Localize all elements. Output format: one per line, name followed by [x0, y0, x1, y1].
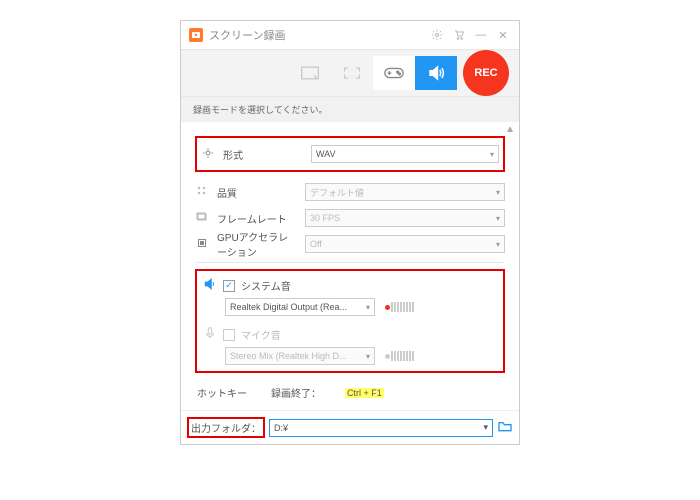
- framerate-icon: [195, 211, 209, 226]
- mic-audio-block: マイク音 Stereo Mix (Realtek High D... ▾: [203, 326, 497, 365]
- gpu-icon: [195, 237, 209, 252]
- quality-value: デフォルト値: [310, 186, 364, 199]
- cart-icon[interactable]: [451, 27, 467, 43]
- format-select[interactable]: WAV ▾: [311, 145, 499, 163]
- chevron-down-icon: ▾: [496, 240, 500, 249]
- instruction-text: 録画モードを選択してください。: [181, 97, 519, 122]
- row-quality: 品質 デフォルト値 ▾: [195, 180, 505, 204]
- mic-audio-device: Stereo Mix (Realtek High D...: [230, 351, 347, 361]
- framerate-label: フレームレート: [217, 211, 297, 226]
- hotkey-stop-key: Ctrl + F1: [345, 388, 384, 398]
- system-audio-device-select[interactable]: Realtek Digital Output (Rea... ▾: [225, 298, 375, 316]
- format-icon: [201, 147, 215, 162]
- row-gpu: GPUアクセラレーション Off ▾: [195, 232, 505, 256]
- gpu-select: Off ▾: [305, 235, 505, 253]
- highlight-format: 形式 WAV ▾: [195, 136, 505, 172]
- mode-fullscreen[interactable]: [331, 56, 373, 90]
- gpu-label: GPUアクセラレーション: [217, 229, 297, 259]
- format-label: 形式: [223, 147, 303, 162]
- gpu-value: Off: [310, 239, 322, 249]
- chevron-down-icon: ▾: [366, 352, 370, 361]
- mode-bar: REC: [181, 49, 519, 97]
- chevron-down-icon: ▾: [496, 188, 500, 197]
- highlight-audio: システム音 Realtek Digital Output (Rea... ▾: [195, 269, 505, 373]
- titlebar: スクリーン録画 — ✕: [181, 21, 519, 49]
- mode-region[interactable]: [289, 56, 331, 90]
- speaker-icon: [203, 277, 217, 294]
- output-folder-input[interactable]: D:¥ ▾: [269, 419, 493, 437]
- framerate-value: 30 FPS: [310, 213, 340, 223]
- hotkey-label: ホットキー: [197, 385, 247, 400]
- hotkey-stop-label: 録画終了：: [271, 385, 321, 400]
- quality-label: 品質: [217, 185, 297, 200]
- chevron-down-icon: ▾: [366, 303, 370, 312]
- system-audio-block: システム音 Realtek Digital Output (Rea... ▾: [203, 277, 497, 316]
- output-folder-label-text: 出力フォルダ：: [191, 420, 261, 435]
- chevron-down-icon: ▾: [483, 422, 488, 433]
- close-button[interactable]: ✕: [495, 27, 511, 43]
- divider: [195, 262, 505, 263]
- mic-audio-label: マイク音: [241, 327, 281, 342]
- system-audio-checkbox[interactable]: [223, 280, 235, 292]
- mode-audio[interactable]: [415, 56, 457, 90]
- row-framerate: フレームレート 30 FPS ▾: [195, 206, 505, 230]
- mic-audio-device-select: Stereo Mix (Realtek High D... ▾: [225, 347, 375, 365]
- mic-audio-meter: [385, 351, 414, 361]
- scroll-up-icon[interactable]: ▲: [505, 124, 515, 135]
- quality-icon: [195, 185, 209, 200]
- app-window: スクリーン録画 — ✕ REC 録画モードを選択してください。 ▲: [180, 20, 520, 445]
- quality-select: デフォルト値 ▾: [305, 183, 505, 201]
- window-title: スクリーン録画: [209, 27, 285, 43]
- app-icon: [189, 28, 203, 42]
- mode-game[interactable]: [373, 56, 415, 90]
- row-format: 形式 WAV ▾: [201, 142, 499, 166]
- footer: 出力フォルダ： D:¥ ▾: [181, 410, 519, 444]
- output-folder-path: D:¥: [274, 423, 288, 433]
- mic-icon: [203, 326, 217, 343]
- chevron-down-icon: ▾: [496, 214, 500, 223]
- browse-folder-icon[interactable]: [497, 419, 513, 436]
- framerate-select: 30 FPS ▾: [305, 209, 505, 227]
- minimize-button[interactable]: —: [473, 27, 489, 43]
- mic-audio-checkbox[interactable]: [223, 329, 235, 341]
- system-audio-meter: [385, 302, 414, 312]
- system-audio-device: Realtek Digital Output (Rea...: [230, 302, 347, 312]
- hotkey-row: ホットキー 録画終了： Ctrl + F1: [195, 379, 505, 402]
- record-button[interactable]: REC: [463, 50, 509, 96]
- settings-panel: ▲ 形式 WAV ▾ 品質: [181, 122, 519, 410]
- system-audio-label: システム音: [241, 278, 291, 293]
- format-value: WAV: [316, 149, 336, 159]
- record-label: REC: [474, 67, 497, 79]
- output-folder-label: 出力フォルダ：: [187, 417, 265, 438]
- settings-icon[interactable]: [429, 27, 445, 43]
- chevron-down-icon: ▾: [490, 150, 494, 159]
